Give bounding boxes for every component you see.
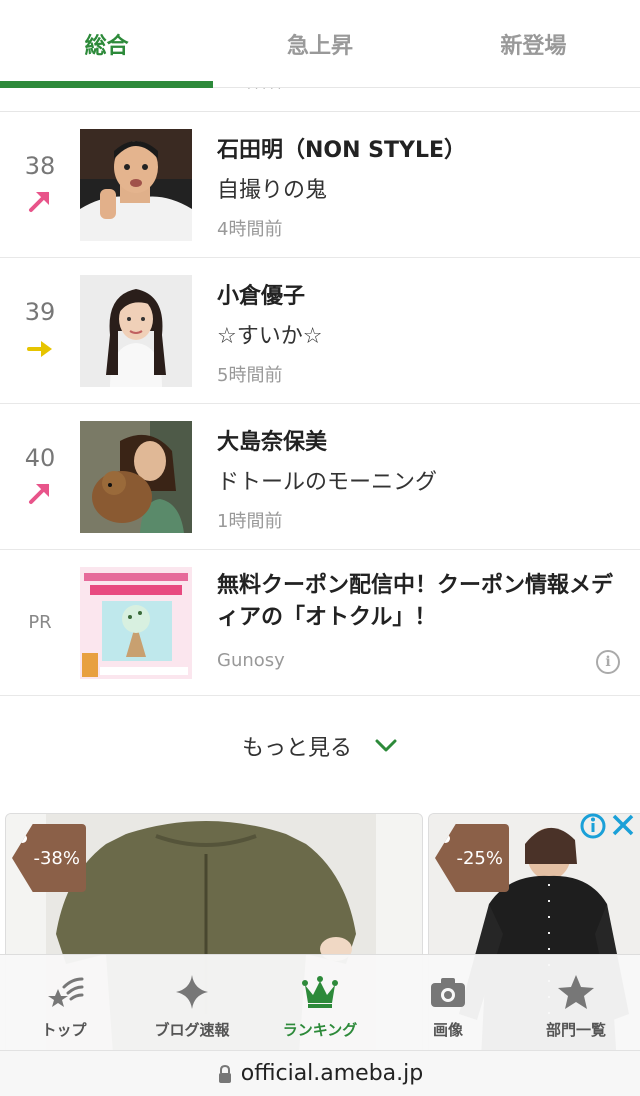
nav-categories[interactable]: 部門一覧	[512, 955, 640, 1050]
trend-flat-arrow-icon	[27, 341, 52, 357]
thumbnail-image[interactable]	[80, 421, 192, 533]
blogger-name[interactable]: 小倉優子	[217, 278, 305, 310]
rank-number: 39	[24, 298, 56, 326]
ranking-row[interactable]: 40 大島奈保美 ドトールのモーニング 1時間前	[0, 404, 640, 550]
pr-title[interactable]: 無料クーポン配信中！クーポン情報メディアの「オトクル」！	[217, 570, 627, 634]
nav-ranking[interactable]: ランキング	[256, 955, 384, 1050]
browser-url-bar[interactable]: official.ameba.jp	[0, 1050, 640, 1096]
post-time: 4時間前	[217, 219, 283, 240]
lock-icon	[218, 1064, 231, 1083]
pr-source: Gunosy	[217, 650, 285, 671]
url-text: official.ameba.jp	[240, 1061, 424, 1086]
trend-up-arrow-icon	[29, 484, 49, 504]
crown-icon	[302, 976, 338, 1008]
rank-number: 38	[24, 152, 56, 180]
bottom-navigation: トップ ブログ速報 ランキング 画像 部門一覧	[0, 954, 640, 1050]
pr-label: PR	[28, 612, 52, 633]
nav-label: 画像	[432, 1021, 463, 1039]
blogger-name[interactable]: 石田明（NON STYLE）	[217, 132, 466, 164]
post-time: 5時間前	[217, 365, 283, 386]
see-more-label: もっと見る	[241, 736, 352, 761]
post-title[interactable]: ドトールのモーニング	[217, 464, 437, 496]
see-more-button[interactable]: もっと見る	[0, 716, 640, 776]
thumbnail-image[interactable]	[80, 129, 192, 241]
nav-blog-news[interactable]: ブログ速報	[128, 955, 256, 1050]
thumbnail-image[interactable]	[80, 275, 192, 387]
nav-top[interactable]: トップ	[0, 955, 128, 1050]
adchoices-icon[interactable]	[580, 812, 640, 840]
info-icon[interactable]: i	[596, 650, 620, 674]
ranking-row[interactable]: 38 石田明（NON STYLE） 自撮りの鬼 4時間前	[0, 112, 640, 258]
blogger-name[interactable]: 大島奈保美	[217, 424, 327, 456]
post-title[interactable]: 自撮りの鬼	[217, 172, 327, 204]
ranking-row[interactable]: 39 小倉優子 ☆すいか☆ 5時間前	[0, 258, 640, 404]
nav-label: トップ	[41, 1021, 87, 1039]
camera-icon	[431, 978, 465, 1007]
shooting-star-icon	[48, 977, 84, 1007]
chevron-down-icon	[375, 739, 397, 752]
nav-images[interactable]: 画像	[384, 955, 512, 1050]
tab-rising[interactable]: 急上昇	[213, 0, 426, 87]
post-time: 1時間前	[217, 511, 283, 532]
trend-up-arrow-icon	[29, 192, 49, 212]
nav-label: ブログ速報	[154, 1021, 230, 1039]
post-title[interactable]: ☆すいか☆	[217, 318, 322, 350]
nav-label: 部門一覧	[545, 1021, 606, 1039]
rank-number: 40	[24, 444, 56, 472]
star-icon	[558, 975, 594, 1009]
pr-thumbnail-image[interactable]	[80, 567, 192, 679]
ranking-tabs: 総合 急上昇 新登場	[0, 0, 640, 88]
pr-row[interactable]: PR 無料クーポン配信中！クーポン情報メディアの「オトクル」！ Gunosy i	[0, 550, 640, 696]
tab-overall[interactable]: 総合	[0, 0, 214, 88]
previous-row-edge: . . . . .	[0, 88, 640, 112]
nav-label: ランキング	[282, 1021, 358, 1039]
tab-new[interactable]: 新登場	[427, 0, 640, 87]
sparkle-icon	[176, 975, 208, 1009]
